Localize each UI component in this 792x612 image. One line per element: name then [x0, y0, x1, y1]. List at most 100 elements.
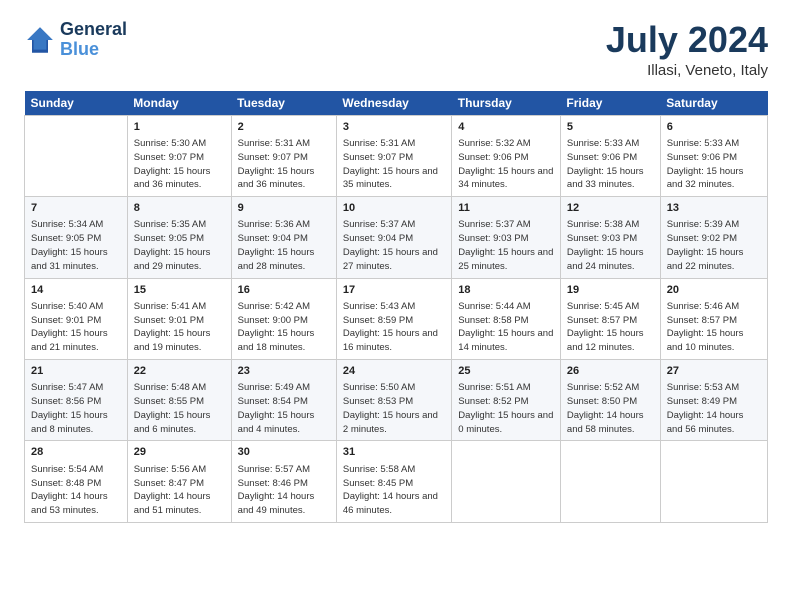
calendar-cell: 31 Sunrise: 5:58 AMSunset: 8:45 PMDayligh… [336, 441, 451, 522]
title-block: July 2024 Illasi, Veneto, Italy [606, 20, 768, 79]
logo-icon [24, 24, 56, 56]
cell-content: Sunrise: 5:58 AMSunset: 8:45 PMDaylight:… [343, 463, 445, 518]
calendar-cell [25, 115, 128, 196]
cell-content: Sunrise: 5:45 AMSunset: 8:57 PMDaylight:… [567, 300, 654, 355]
cell-content: Sunrise: 5:42 AMSunset: 9:00 PMDaylight:… [238, 300, 330, 355]
calendar-week-row: 14 Sunrise: 5:40 AMSunset: 9:01 PMDayligh… [25, 278, 768, 359]
cell-content: Sunrise: 5:46 AMSunset: 8:57 PMDaylight:… [667, 300, 761, 355]
calendar-cell: 30 Sunrise: 5:57 AMSunset: 8:46 PMDayligh… [231, 441, 336, 522]
calendar-cell: 23Sunrise: 5:49 AMSunset: 8:54 PMDayligh… [231, 359, 336, 440]
cell-content: Sunrise: 5:36 AMSunset: 9:04 PMDaylight:… [238, 218, 330, 273]
calendar-cell: 21 Sunrise: 5:47 AMSunset: 8:56 PMDayligh… [25, 359, 128, 440]
logo-line1: General [60, 20, 127, 40]
logo: General Blue [24, 20, 127, 60]
calendar-cell: 25 Sunrise: 5:51 AMSunset: 8:52 PMDayligh… [452, 359, 561, 440]
cell-content: Sunrise: 5:34 AMSunset: 9:05 PMDaylight:… [31, 218, 121, 273]
logo-text: General Blue [60, 20, 127, 60]
day-number: 22 [134, 364, 225, 379]
calendar-week-row: 7 Sunrise: 5:34 AMSunset: 9:05 PMDaylight… [25, 197, 768, 278]
header-day: Wednesday [336, 91, 451, 116]
calendar-cell: 9 Sunrise: 5:36 AMSunset: 9:04 PMDaylight… [231, 197, 336, 278]
cell-content: Sunrise: 5:53 AMSunset: 8:49 PMDaylight:… [667, 381, 761, 436]
cell-content: Sunrise: 5:33 AMSunset: 9:06 PMDaylight:… [567, 137, 654, 192]
cell-content: Sunrise: 5:32 AMSunset: 9:06 PMDaylight:… [458, 137, 554, 192]
cell-content: Sunrise: 5:49 AMSunset: 8:54 PMDaylight:… [238, 381, 330, 436]
calendar-cell: 8 Sunrise: 5:35 AMSunset: 9:05 PMDaylight… [127, 197, 231, 278]
cell-content: Sunrise: 5:57 AMSunset: 8:46 PMDaylight:… [238, 463, 330, 518]
logo-line2: Blue [60, 39, 99, 59]
calendar-cell: 24 Sunrise: 5:50 AMSunset: 8:53 PMDayligh… [336, 359, 451, 440]
cell-content: Sunrise: 5:56 AMSunset: 8:47 PMDaylight:… [134, 463, 225, 518]
day-number: 25 [458, 364, 554, 379]
day-number: 17 [343, 283, 445, 298]
calendar-cell: 3 Sunrise: 5:31 AMSunset: 9:07 PMDaylight… [336, 115, 451, 196]
cell-content: Sunrise: 5:40 AMSunset: 9:01 PMDaylight:… [31, 300, 121, 355]
page: General Blue July 2024 Illasi, Veneto, I… [0, 0, 792, 612]
day-number: 8 [134, 201, 225, 216]
day-number: 19 [567, 283, 654, 298]
calendar-cell: 20Sunrise: 5:46 AMSunset: 8:57 PMDayligh… [660, 278, 767, 359]
day-number: 14 [31, 283, 121, 298]
day-number: 1 [134, 120, 225, 135]
cell-content: Sunrise: 5:38 AMSunset: 9:03 PMDaylight:… [567, 218, 654, 273]
calendar-cell: 14 Sunrise: 5:40 AMSunset: 9:01 PMDayligh… [25, 278, 128, 359]
header-day: Friday [560, 91, 660, 116]
calendar-cell [560, 441, 660, 522]
calendar-cell: 12Sunrise: 5:38 AMSunset: 9:03 PMDayligh… [560, 197, 660, 278]
calendar-cell: 26Sunrise: 5:52 AMSunset: 8:50 PMDayligh… [560, 359, 660, 440]
cell-content: Sunrise: 5:48 AMSunset: 8:55 PMDaylight:… [134, 381, 225, 436]
day-number: 10 [343, 201, 445, 216]
day-number: 2 [238, 120, 330, 135]
calendar-cell: 4Sunrise: 5:32 AMSunset: 9:06 PMDaylight… [452, 115, 561, 196]
header-day: Tuesday [231, 91, 336, 116]
day-number: 30 [238, 445, 330, 460]
cell-content: Sunrise: 5:41 AMSunset: 9:01 PMDaylight:… [134, 300, 225, 355]
day-number: 16 [238, 283, 330, 298]
day-number: 13 [667, 201, 761, 216]
calendar-cell: 19 Sunrise: 5:45 AMSunset: 8:57 PMDayligh… [560, 278, 660, 359]
cell-content: Sunrise: 5:54 AMSunset: 8:48 PMDaylight:… [31, 463, 121, 518]
day-number: 21 [31, 364, 121, 379]
cell-content: Sunrise: 5:37 AMSunset: 9:03 PMDaylight:… [458, 218, 554, 273]
calendar-cell: 2 Sunrise: 5:31 AMSunset: 9:07 PMDaylight… [231, 115, 336, 196]
day-number: 7 [31, 201, 121, 216]
day-number: 9 [238, 201, 330, 216]
day-number: 26 [567, 364, 654, 379]
calendar-cell: 11Sunrise: 5:37 AMSunset: 9:03 PMDayligh… [452, 197, 561, 278]
calendar-cell: 17Sunrise: 5:43 AMSunset: 8:59 PMDayligh… [336, 278, 451, 359]
day-number: 24 [343, 364, 445, 379]
day-number: 31 [343, 445, 445, 460]
cell-content: Sunrise: 5:44 AMSunset: 8:58 PMDaylight:… [458, 300, 554, 355]
calendar-cell: 16 Sunrise: 5:42 AMSunset: 9:00 PMDayligh… [231, 278, 336, 359]
header-row: SundayMondayTuesdayWednesdayThursdayFrid… [25, 91, 768, 116]
cell-content: Sunrise: 5:50 AMSunset: 8:53 PMDaylight:… [343, 381, 445, 436]
cell-content: Sunrise: 5:51 AMSunset: 8:52 PMDaylight:… [458, 381, 554, 436]
cell-content: Sunrise: 5:31 AMSunset: 9:07 PMDaylight:… [343, 137, 445, 192]
cell-content: Sunrise: 5:47 AMSunset: 8:56 PMDaylight:… [31, 381, 121, 436]
calendar-cell: 13Sunrise: 5:39 AMSunset: 9:02 PMDayligh… [660, 197, 767, 278]
cell-content: Sunrise: 5:31 AMSunset: 9:07 PMDaylight:… [238, 137, 330, 192]
cell-content: Sunrise: 5:35 AMSunset: 9:05 PMDaylight:… [134, 218, 225, 273]
calendar-cell: 6 Sunrise: 5:33 AMSunset: 9:06 PMDaylight… [660, 115, 767, 196]
header-day: Saturday [660, 91, 767, 116]
header-day: Monday [127, 91, 231, 116]
calendar-cell: 7 Sunrise: 5:34 AMSunset: 9:05 PMDaylight… [25, 197, 128, 278]
calendar-table: SundayMondayTuesdayWednesdayThursdayFrid… [24, 91, 768, 523]
calendar-cell: 10Sunrise: 5:37 AMSunset: 9:04 PMDayligh… [336, 197, 451, 278]
day-number: 28 [31, 445, 121, 460]
day-number: 3 [343, 120, 445, 135]
calendar-cell: 27 Sunrise: 5:53 AMSunset: 8:49 PMDayligh… [660, 359, 767, 440]
day-number: 18 [458, 283, 554, 298]
calendar-week-row: 28 Sunrise: 5:54 AMSunset: 8:48 PMDayligh… [25, 441, 768, 522]
day-number: 6 [667, 120, 761, 135]
cell-content: Sunrise: 5:33 AMSunset: 9:06 PMDaylight:… [667, 137, 761, 192]
day-number: 29 [134, 445, 225, 460]
calendar-header: SundayMondayTuesdayWednesdayThursdayFrid… [25, 91, 768, 116]
calendar-cell: 5 Sunrise: 5:33 AMSunset: 9:06 PMDaylight… [560, 115, 660, 196]
day-number: 5 [567, 120, 654, 135]
cell-content: Sunrise: 5:30 AMSunset: 9:07 PMDaylight:… [134, 137, 225, 192]
calendar-cell [660, 441, 767, 522]
day-number: 27 [667, 364, 761, 379]
calendar-body: 1 Sunrise: 5:30 AMSunset: 9:07 PMDaylight… [25, 115, 768, 522]
subtitle: Illasi, Veneto, Italy [606, 62, 768, 79]
